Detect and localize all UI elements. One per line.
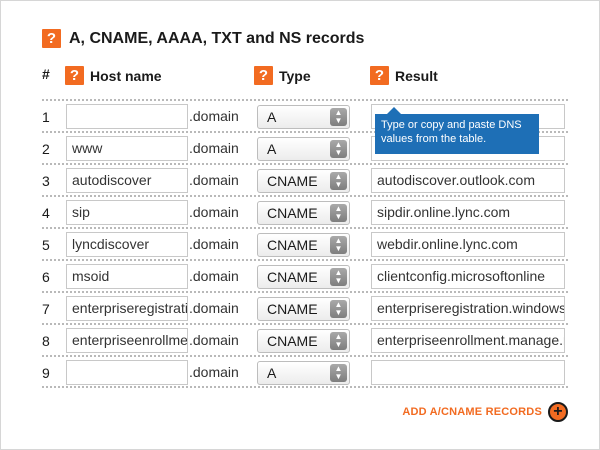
result-input[interactable]: webdir.online.lync.com [371, 232, 565, 257]
section-title: ? A, CNAME, AAAA, TXT and NS records [42, 29, 364, 48]
chevron-updown-icon: ▲ ▼ [330, 140, 347, 158]
tooltip-arrow [387, 107, 401, 114]
column-header-type: ? Type [254, 66, 311, 85]
result-input[interactable]: enterpriseregistration.windows.net [371, 296, 565, 321]
table-row: 3 autodiscover .domain CNAME ▲ ▼ autodisco… [42, 163, 568, 195]
type-select-value: CNAME [267, 205, 318, 221]
row-number: 7 [42, 301, 50, 317]
chevron-updown-icon: ▲ ▼ [330, 236, 347, 254]
table-row: 4 sip .domain CNAME ▲ ▼ sipdir.online.lync… [42, 195, 568, 227]
row-number: 6 [42, 269, 50, 285]
chevron-updown-icon: ▲ ▼ [330, 364, 347, 382]
host-name-input[interactable]: www [66, 136, 188, 161]
chevron-updown-icon: ▲ ▼ [330, 108, 347, 126]
domain-suffix: .domain [189, 204, 239, 220]
domain-suffix: .domain [189, 108, 239, 124]
help-icon[interactable]: ? [370, 66, 389, 85]
add-records-label: ADD A/CNAME RECORDS [402, 406, 542, 418]
row-number: 5 [42, 237, 50, 253]
table-row: 8 enterpriseenrollment .domain CNAME ▲ ▼ e… [42, 323, 568, 355]
help-icon[interactable]: ? [65, 66, 84, 85]
type-select[interactable]: CNAME ▲ ▼ [257, 233, 350, 257]
column-header-host-label: Host name [90, 67, 162, 84]
tooltip-text: Type or copy and paste DNS values from t… [381, 119, 522, 145]
domain-suffix: .domain [189, 300, 239, 316]
type-select-value: CNAME [267, 333, 318, 349]
column-header-number: # [42, 66, 50, 82]
column-header-type-label: Type [279, 67, 311, 84]
host-name-input[interactable] [66, 104, 188, 129]
table-row: 5 lyncdiscover .domain CNAME ▲ ▼ webdir.on… [42, 227, 568, 259]
host-name-input[interactable]: lyncdiscover [66, 232, 188, 257]
chevron-updown-icon: ▲ ▼ [330, 332, 347, 350]
type-select[interactable]: CNAME ▲ ▼ [257, 201, 350, 225]
result-input[interactable]: autodiscover.outlook.com [371, 168, 565, 193]
result-input[interactable]: clientconfig.microsoftonline [371, 264, 565, 289]
chevron-updown-icon: ▲ ▼ [330, 204, 347, 222]
type-select[interactable]: CNAME ▲ ▼ [257, 169, 350, 193]
result-input[interactable]: sipdir.online.lync.com [371, 200, 565, 225]
host-name-input[interactable]: enterpriseregistration [66, 296, 188, 321]
row-number: 9 [42, 365, 50, 381]
type-select[interactable]: A ▲ ▼ [257, 361, 350, 385]
help-icon[interactable]: ? [42, 29, 61, 48]
chevron-updown-icon: ▲ ▼ [330, 300, 347, 318]
row-number: 3 [42, 173, 50, 189]
host-name-input[interactable]: msoid [66, 264, 188, 289]
table-row: 9 .domain A ▲ ▼ [42, 355, 568, 388]
type-select[interactable]: CNAME ▲ ▼ [257, 329, 350, 353]
type-select[interactable]: CNAME ▲ ▼ [257, 265, 350, 289]
column-header-result: ? Result [370, 66, 438, 85]
result-input[interactable] [371, 360, 565, 385]
domain-suffix: .domain [189, 332, 239, 348]
host-name-input[interactable]: sip [66, 200, 188, 225]
plus-icon: + [548, 402, 568, 422]
type-select-value: CNAME [267, 269, 318, 285]
type-select-value: CNAME [267, 173, 318, 189]
type-select[interactable]: CNAME ▲ ▼ [257, 297, 350, 321]
domain-suffix: .domain [189, 140, 239, 156]
type-select-value: A [267, 109, 277, 125]
domain-suffix: .domain [189, 364, 239, 380]
result-input[interactable]: enterpriseenrollment.manage.microsoft.co… [371, 328, 565, 353]
help-icon[interactable]: ? [254, 66, 273, 85]
row-number: 1 [42, 109, 50, 125]
add-records-link[interactable]: ADD A/CNAME RECORDS + [402, 402, 568, 422]
chevron-updown-icon: ▲ ▼ [330, 172, 347, 190]
row-number: 4 [42, 205, 50, 221]
host-name-input[interactable] [66, 360, 188, 385]
row-number: 2 [42, 141, 50, 157]
column-header-result-label: Result [395, 67, 438, 84]
host-name-input[interactable]: enterpriseenrollment [66, 328, 188, 353]
domain-suffix: .domain [189, 236, 239, 252]
type-select-value: CNAME [267, 237, 318, 253]
table-row: 7 enterpriseregistration .domain CNAME ▲▼… [42, 291, 568, 323]
dns-values-tooltip: Type or copy and paste DNS values from t… [375, 107, 539, 154]
domain-suffix: .domain [189, 172, 239, 188]
type-select-value: A [267, 365, 277, 381]
type-select-value: A [267, 141, 277, 157]
host-name-input[interactable]: autodiscover [66, 168, 188, 193]
table-row: 6 msoid .domain CNAME ▲ ▼ clientconfig.mic… [42, 259, 568, 291]
chevron-updown-icon: ▲ ▼ [330, 268, 347, 286]
type-select[interactable]: A ▲ ▼ [257, 105, 350, 129]
column-header-number-label: # [42, 66, 50, 82]
row-number: 8 [42, 333, 50, 349]
type-select-value: CNAME [267, 301, 318, 317]
domain-suffix: .domain [189, 268, 239, 284]
column-header-host: ? Host name [65, 66, 162, 85]
type-select[interactable]: A ▲ ▼ [257, 137, 350, 161]
section-title-text: A, CNAME, AAAA, TXT and NS records [69, 29, 365, 47]
